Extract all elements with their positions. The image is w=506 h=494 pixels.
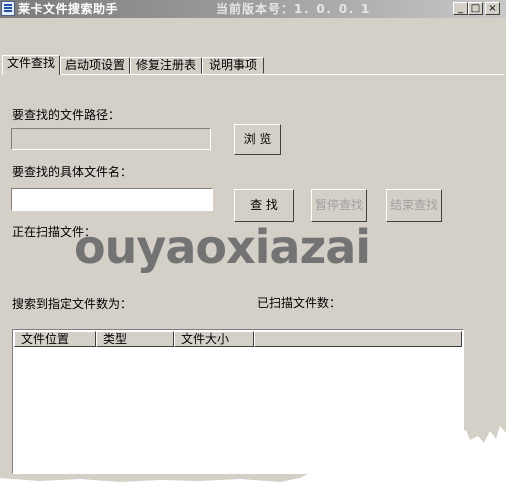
scanned-count-label: 已扫描文件数： [257, 296, 342, 310]
filename-field[interactable] [11, 188, 213, 211]
tab-panel-border [2, 74, 504, 75]
pause-button[interactable]: 暂停查找 [311, 189, 367, 222]
close-button[interactable]: × [485, 2, 500, 15]
title-bar[interactable]: 莱卡文件搜索助手 当前版本号：1．0．0．1 _ □ × [0, 0, 506, 18]
window-title: 莱卡文件搜索助手 [18, 2, 119, 16]
minimize-icon: _ [458, 3, 463, 14]
tab-file-search[interactable]: 文件查找 [2, 55, 60, 75]
app-icon [1, 1, 15, 16]
maximize-icon: □ [470, 3, 481, 14]
tab-repair-registry[interactable]: 修复注册表 [130, 57, 202, 74]
filename-label: 要查找的具体文件名： [12, 165, 133, 179]
tab-label: 文件查找 [6, 56, 55, 70]
stop-button[interactable]: 结束查找 [386, 189, 442, 222]
watermark-text: ouyaoxiazai [74, 220, 371, 274]
close-icon: × [488, 3, 497, 14]
minimize-button[interactable]: _ [453, 2, 468, 15]
column-header-type[interactable]: 类型 [96, 331, 174, 347]
tab-label: 修复注册表 [135, 58, 196, 72]
column-header-location[interactable]: 文件位置 [14, 331, 96, 347]
tab-instructions[interactable]: 说明事项 [202, 57, 264, 74]
tab-startup-settings[interactable]: 启动项设置 [60, 57, 130, 74]
path-label: 要查找的文件路径： [12, 108, 121, 122]
tab-label: 说明事项 [208, 58, 257, 72]
results-list[interactable]: 文件位置 类型 文件大小 [12, 329, 464, 474]
results-list-header: 文件位置 类型 文件大小 [14, 331, 462, 347]
search-button[interactable]: 查 找 [234, 189, 294, 222]
version-label: 当前版本号：1．0．0．1 [216, 2, 371, 16]
app-window: 莱卡文件搜索助手 当前版本号：1．0．0．1 _ □ × 文件查找 启动项设置 … [0, 0, 506, 494]
path-input[interactable] [12, 129, 210, 149]
filename-input[interactable] [12, 189, 212, 210]
tab-label: 启动项设置 [64, 58, 125, 72]
maximize-button[interactable]: □ [468, 2, 483, 15]
found-count-label: 搜索到指定文件数为： [12, 297, 133, 311]
column-header-size[interactable]: 文件大小 [174, 331, 254, 347]
browse-button[interactable]: 浏 览 [234, 124, 281, 155]
path-field[interactable] [11, 128, 211, 150]
column-header-blank[interactable] [254, 331, 462, 347]
